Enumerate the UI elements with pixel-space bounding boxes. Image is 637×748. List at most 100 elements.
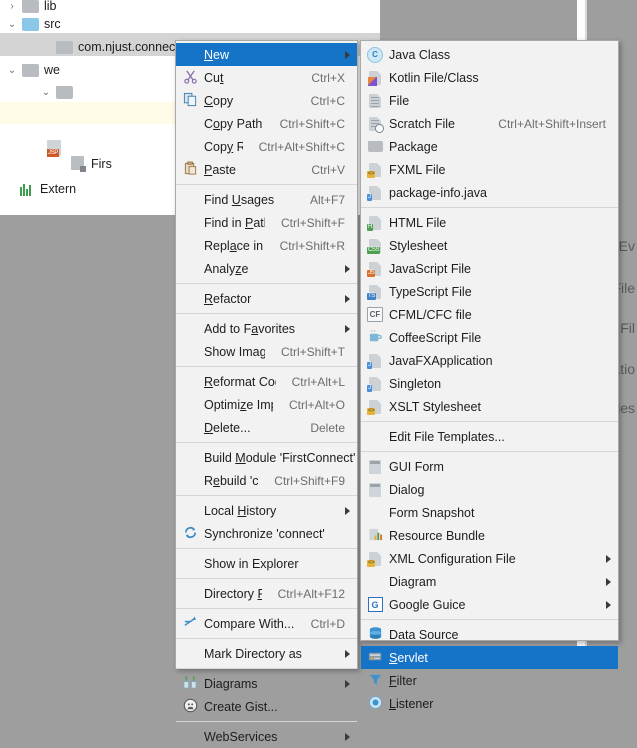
menu-item-html-file[interactable]: H HTML File bbox=[361, 211, 618, 234]
menu-item-singleton[interactable]: J Singleton bbox=[361, 372, 618, 395]
menu-item-listener[interactable]: Listener bbox=[361, 692, 618, 715]
menu-item-create-gist[interactable]: Create Gist... bbox=[176, 695, 357, 718]
menu-item-dialog[interactable]: Dialog bbox=[361, 478, 618, 501]
menu-item-directory-path[interactable]: Directory Path Ctrl+Alt+F12 bbox=[176, 582, 357, 605]
menu-item-copy-reference[interactable]: Copy Reference Ctrl+Alt+Shift+C bbox=[176, 135, 357, 158]
menu-item-replace-in-path[interactable]: Replace in Path... Ctrl+Shift+R bbox=[176, 234, 357, 257]
menu-item-compare-with[interactable]: Compare With... Ctrl+D bbox=[176, 612, 357, 635]
no-icon bbox=[178, 114, 202, 134]
kotlin-icon bbox=[363, 68, 387, 88]
menu-item-label: Local History bbox=[204, 503, 277, 518]
menu-item-fxml-file[interactable]: <> FXML File bbox=[361, 158, 618, 181]
menu-item-refactor[interactable]: Refactor bbox=[176, 287, 357, 310]
menu-item-show-in-explorer[interactable]: Show in Explorer bbox=[176, 552, 357, 575]
menu-item-gui-form[interactable]: GUI Form bbox=[361, 455, 618, 478]
menu-item-xslt-stylesheet[interactable]: <> XSLT Stylesheet bbox=[361, 395, 618, 418]
menu-item-javafxapplication[interactable]: J JavaFXApplication bbox=[361, 349, 618, 372]
menu-item-package-info-java[interactable]: Jpackage-info.java bbox=[361, 181, 618, 204]
tree-item-com-njust-connect[interactable]: com.njust.connect bbox=[0, 35, 179, 59]
menu-item-label: Edit File Templates... bbox=[389, 429, 505, 444]
submenu-arrow-icon bbox=[606, 577, 611, 586]
menu-item-form-snapshot[interactable]: Form Snapshot bbox=[361, 501, 618, 524]
no-icon bbox=[178, 236, 202, 256]
menu-item-java-class[interactable]: C Java Class bbox=[361, 43, 618, 66]
menu-item-diagram[interactable]: Diagram bbox=[361, 570, 618, 593]
menu-item-data-source[interactable]: Data Source bbox=[361, 623, 618, 646]
tree-item-label: Extern bbox=[40, 182, 77, 196]
tree-item-extern[interactable]: Extern bbox=[0, 177, 76, 201]
editor-highlight-strip bbox=[0, 102, 180, 124]
menu-item-reformat-code[interactable]: Reformat Code Ctrl+Alt+L bbox=[176, 370, 357, 393]
menu-item-shortcut: Alt+F7 bbox=[309, 192, 345, 207]
menu-item-servlet[interactable]: Servlet bbox=[361, 646, 618, 669]
servlet-icon bbox=[363, 648, 387, 668]
github-icon bbox=[178, 697, 202, 717]
menu-item-typescript-file[interactable]: TS TypeScript File bbox=[361, 280, 618, 303]
twisty-expanded-icon[interactable]: ⌄ bbox=[2, 19, 22, 30]
menu-item-analyze[interactable]: Analyze bbox=[176, 257, 357, 280]
twisty-collapsed-icon[interactable]: › bbox=[2, 1, 22, 12]
menu-item-cut[interactable]: Cut Ctrl+X bbox=[176, 66, 357, 89]
menu-item-webservices[interactable]: WebServices bbox=[176, 725, 357, 748]
menu-separator bbox=[361, 207, 618, 208]
menu-item-label: Data Source bbox=[389, 627, 459, 642]
menu-item-copy[interactable]: Copy Ctrl+C bbox=[176, 89, 357, 112]
menu-item-javascript-file[interactable]: JS JavaScript File bbox=[361, 257, 618, 280]
menu-item-shortcut: Ctrl+Alt+Shift+C bbox=[258, 139, 345, 154]
menu-item-new[interactable]: New bbox=[176, 43, 357, 66]
menu-item-build-module-firstconnect[interactable]: Build Module 'FirstConnect' bbox=[176, 446, 357, 469]
menu-item-diagrams[interactable]: Diagrams bbox=[176, 672, 357, 695]
menu-item-xml-configuration-file[interactable]: <> XML Configuration File bbox=[361, 547, 618, 570]
java-file-icon: J bbox=[363, 374, 387, 394]
menu-item-coffeescript-file[interactable]: CoffeeScript File bbox=[361, 326, 618, 349]
menu-item-google-guice[interactable]: G Google Guice bbox=[361, 593, 618, 616]
tree-item-src[interactable]: ⌄ src bbox=[0, 12, 61, 36]
project-context-menu[interactable]: New Cut Ctrl+X Copy Ctrl+C Copy Path Ctrl+Shif… bbox=[175, 40, 358, 744]
menu-item-resource-bundle[interactable]: Resource Bundle bbox=[361, 524, 618, 547]
menu-item-stylesheet[interactable]: CSS Stylesheet bbox=[361, 234, 618, 257]
menu-item-mark-directory-as[interactable]: Mark Directory as bbox=[176, 642, 357, 665]
gui-form-icon bbox=[363, 457, 387, 477]
menu-item-add-to-favorites[interactable]: Add to Favorites bbox=[176, 317, 357, 340]
no-icon bbox=[363, 503, 387, 523]
menu-item-file[interactable]: File bbox=[361, 89, 618, 112]
menu-item-scratch-file[interactable]: Scratch File Ctrl+Alt+Shift+Insert bbox=[361, 112, 618, 135]
menu-item-copy-path[interactable]: Copy Path Ctrl+Shift+C bbox=[176, 112, 357, 135]
folder-gray-icon bbox=[22, 63, 39, 77]
menu-item-local-history[interactable]: Local History bbox=[176, 499, 357, 522]
no-icon bbox=[178, 372, 202, 392]
tree-item-node[interactable]: ⌄ bbox=[0, 80, 78, 104]
twisty-expanded-icon[interactable]: ⌄ bbox=[2, 65, 22, 76]
submenu-arrow-icon bbox=[345, 732, 350, 741]
menu-item-find-in-path[interactable]: Find in Path... Ctrl+Shift+F bbox=[176, 211, 357, 234]
tree-item-we[interactable]: ⌄ we bbox=[0, 58, 60, 82]
no-icon bbox=[363, 572, 387, 592]
menu-item-shortcut: Delete bbox=[310, 420, 345, 435]
menu-item-label: Servlet bbox=[389, 650, 428, 665]
menu-item-show-image-thumbnails[interactable]: Show Image Thumbnails Ctrl+Shift+T bbox=[176, 340, 357, 363]
menu-item-optimize-imports[interactable]: Optimize Imports Ctrl+Alt+O bbox=[176, 393, 357, 416]
new-submenu[interactable]: C Java Class Kotlin File/Class File Scratch … bbox=[360, 40, 619, 711]
menu-item-label: Listener bbox=[389, 696, 434, 711]
package-icon bbox=[363, 137, 387, 157]
menu-item-filter[interactable]: Filter bbox=[361, 669, 618, 692]
tree-item-label: Firs bbox=[91, 157, 112, 171]
ts-icon: TS bbox=[363, 282, 387, 302]
menu-item-package[interactable]: Package bbox=[361, 135, 618, 158]
menu-item-rebuild-com-njust-connect[interactable]: Rebuild 'com.njust.connect' Ctrl+Shift+F9 bbox=[176, 469, 357, 492]
no-icon bbox=[178, 644, 202, 664]
menu-item-kotlin-file-class[interactable]: Kotlin File/Class bbox=[361, 66, 618, 89]
menu-item-shortcut: Ctrl+Alt+Shift+Insert bbox=[498, 116, 606, 131]
menu-item-synchronize-connect[interactable]: Synchronize 'connect' bbox=[176, 522, 357, 545]
menu-item-label: Add to Favorites bbox=[204, 321, 296, 336]
menu-item-edit-file-templates[interactable]: Edit File Templates... bbox=[361, 425, 618, 448]
menu-item-delete[interactable]: Delete... Delete bbox=[176, 416, 357, 439]
menu-item-label: Java Class bbox=[389, 47, 451, 62]
menu-item-paste[interactable]: Paste Ctrl+V bbox=[176, 158, 357, 181]
menu-separator bbox=[176, 495, 357, 496]
menu-item-find-usages[interactable]: Find Usages Alt+F7 bbox=[176, 188, 357, 211]
menu-item-label: JavaFXApplication bbox=[389, 353, 493, 368]
submenu-arrow-icon bbox=[345, 264, 350, 273]
menu-item-cfml-cfc-file[interactable]: CF CFML/CFC file bbox=[361, 303, 618, 326]
twisty-expanded-icon[interactable]: ⌄ bbox=[36, 87, 56, 98]
